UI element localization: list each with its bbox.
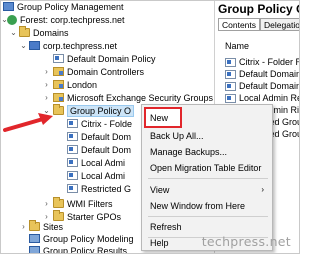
chevron-down-icon[interactable]: ⌄ (20, 39, 27, 52)
tree-label: Default Dom (81, 144, 132, 155)
tree-node-ou[interactable]: › London (45, 78, 98, 91)
tree-node-gpo[interactable]: Local Admi (67, 156, 125, 169)
gpo-icon (225, 81, 236, 91)
ou-icon (53, 93, 64, 102)
tree-node-results[interactable]: Group Policy Results (29, 244, 128, 254)
tree-label: Local Admi (81, 157, 126, 168)
list-item[interactable]: Citrix - Folder Redi (225, 56, 299, 68)
tree-node-gpm[interactable]: Group Policy Management (3, 1, 124, 13)
chevron-down-icon[interactable]: ⌄ (10, 26, 17, 39)
tree-node-gpo[interactable]: Local Admi (67, 169, 125, 182)
list-item[interactable]: Default Domain Co (225, 68, 300, 80)
gpo-icon (67, 184, 78, 193)
list-item-label: Default Domain Po (239, 81, 300, 91)
domain-icon (29, 41, 40, 50)
chevron-right-icon[interactable]: › (43, 78, 50, 91)
gpo-icon (225, 57, 236, 67)
tree-label: Default Domain Policy (67, 53, 156, 64)
tree-node-ou[interactable]: › Domain Controllers (45, 65, 145, 78)
tree-node-gpo[interactable]: Default Dom (67, 143, 131, 156)
tree-label: Sites (43, 221, 64, 232)
chevron-right-icon[interactable]: › (43, 197, 50, 210)
tree-label: Restricted G (81, 183, 132, 194)
results-icon (29, 246, 40, 253)
tree-node-ou[interactable]: › Microsoft Exchange Security Groups (45, 91, 214, 104)
gpo-icon (67, 145, 78, 154)
tab-divider (218, 30, 299, 31)
menu-item-new-window[interactable]: New Window from Here (142, 197, 272, 214)
folder-icon (19, 26, 30, 37)
gpo-link-icon (53, 54, 64, 63)
context-menu: New Back Up All... Manage Backups... Ope… (141, 104, 273, 251)
tree-label-selected: Group Policy O (67, 104, 135, 117)
tree-label: Forest: corp.techpress.net (20, 14, 125, 25)
gpm-icon (3, 2, 14, 11)
menu-item-open-migration[interactable]: Open Migration Table Editor (142, 159, 272, 176)
tree-node-gpo[interactable]: Citrix - Folde (67, 117, 132, 130)
red-arrow-annotation (3, 113, 53, 132)
tree-label: London (67, 79, 98, 90)
list-item[interactable]: Default Domain Po (225, 80, 300, 92)
tree-label: Microsoft Exchange Security Groups (67, 92, 214, 103)
tree-node-gpo[interactable]: Default Dom (67, 130, 131, 143)
menu-separator (148, 178, 268, 179)
submenu-arrow-icon: › (261, 185, 264, 194)
chevron-right-icon[interactable]: › (20, 220, 27, 233)
gpmc-window: Group Policy Management ⌄ Forest: corp.t… (0, 0, 300, 254)
gpo-icon (67, 132, 78, 141)
list-item-label: Local Admin Remo (239, 93, 299, 103)
tree-label: Domains (33, 27, 69, 38)
forest-icon (7, 14, 17, 25)
tree-label: Default Dom (81, 131, 132, 142)
menu-item-backup-all[interactable]: Back Up All... (142, 127, 272, 144)
gpo-icon (225, 69, 236, 79)
modeling-icon (29, 234, 40, 243)
tree-node-gpo[interactable]: Restricted G (67, 182, 131, 195)
ou-icon (53, 80, 64, 89)
tree-node-domains[interactable]: ⌄ Domains (10, 26, 69, 39)
tree-node-starter[interactable]: › Starter GPOs (45, 210, 122, 223)
column-header-name[interactable]: Name (225, 41, 249, 51)
tree-node-gpo-container[interactable]: ⌄ Group Policy O (43, 104, 135, 117)
tree-label: Group Policy Results (43, 245, 128, 254)
gpo-icon (67, 119, 78, 128)
tree-label: Citrix - Folde (81, 118, 133, 129)
gpo-icon (67, 158, 78, 167)
list-item-label: Citrix - Folder Redi (239, 57, 299, 67)
tree-node-domain[interactable]: ⌄ corp.techpress.net (20, 39, 118, 52)
menu-item-view[interactable]: View › (142, 181, 272, 198)
tree-label: Domain Controllers (67, 66, 145, 77)
watermark: techpress.net (201, 234, 291, 249)
tree-label: WMI Filters (67, 198, 113, 209)
gpo-icon (225, 93, 236, 103)
tree-node-gpo-link[interactable]: Default Domain Policy (53, 52, 156, 65)
tree-label: Group Policy Modeling (43, 233, 134, 244)
menu-item-refresh[interactable]: Refresh (142, 218, 272, 235)
tree-label: Local Admi (81, 170, 126, 181)
tree-node-forest[interactable]: ⌄ Forest: corp.techpress.net (1, 13, 125, 26)
gpo-icon (67, 171, 78, 180)
tree-label: corp.techpress.net (43, 40, 118, 51)
menu-item-view-label: View (150, 184, 170, 195)
menu-item-new[interactable]: New (144, 107, 182, 128)
menu-item-manage-backups[interactable]: Manage Backups... (142, 143, 272, 160)
sites-icon (29, 220, 40, 231)
ou-icon (53, 67, 64, 76)
tree-label: Starter GPOs (67, 211, 122, 222)
list-item[interactable]: Local Admin Remo (225, 92, 299, 104)
tree-label: Group Policy Management (17, 1, 124, 12)
chevron-right-icon[interactable]: › (43, 65, 50, 78)
folder-icon (53, 197, 64, 208)
tree-node-wmi[interactable]: › WMI Filters (45, 197, 113, 210)
list-item-label: Default Domain Co (239, 69, 300, 79)
chevron-right-icon[interactable]: › (43, 91, 50, 104)
details-title: Group Policy Obj (218, 2, 299, 16)
menu-separator (148, 216, 268, 217)
